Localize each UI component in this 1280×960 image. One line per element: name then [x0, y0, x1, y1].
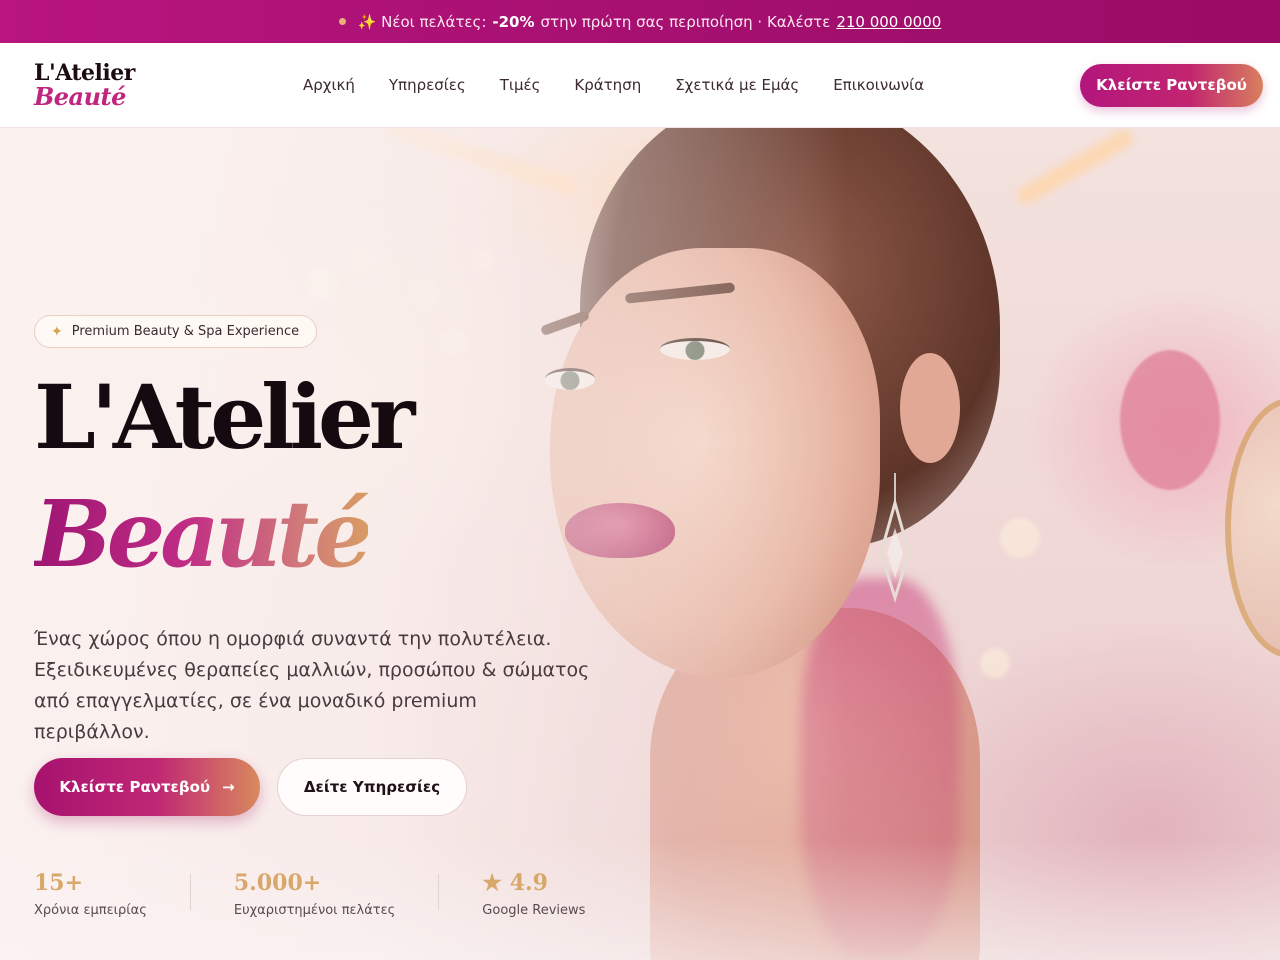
logo-line1: L'Atelier — [34, 59, 135, 86]
nav-item-services[interactable]: Υπηρεσίες — [389, 76, 466, 94]
nav-item-about[interactable]: Σχετικά με Εμάς — [675, 76, 799, 94]
stat-label: Google Reviews — [482, 903, 586, 918]
nav-item-contact[interactable]: Επικοινωνία — [833, 76, 924, 94]
sparkles-icon: ✦ — [51, 323, 63, 340]
stat-clients: 5.000+ Ευχαριστημένοι πελάτες — [234, 870, 395, 918]
hero-badge: ✦ Premium Beauty & Spa Experience — [34, 315, 318, 348]
arrow-right-icon: → — [222, 778, 235, 796]
stat-rating: ★ 4.9 Google Reviews — [482, 870, 585, 918]
stat-value: 15+ — [34, 870, 84, 896]
view-services-button[interactable]: Δείτε Υπηρεσίες — [277, 758, 467, 816]
hero-title-line1: L'Atelier — [34, 365, 415, 469]
stat-value-wrapper: ★ 4.9 — [482, 870, 585, 896]
book-appointment-button[interactable]: Κλείστε Ραντεβού → — [34, 758, 260, 816]
promo-phone-link[interactable]: 210 000 0000 — [836, 13, 941, 31]
promo-middle: στην πρώτη σας περιποίηση · Καλέστε — [540, 12, 831, 31]
stat-experience: 15+ Χρόνια εμπειρίας — [34, 870, 147, 918]
dot-icon — [338, 18, 346, 25]
promo-prefix: ✨ Νέοι πελάτες: — [357, 12, 487, 31]
stat-divider — [438, 874, 440, 910]
navbar: L'Atelier Beauté Αρχική Υπηρεσίες Τιμές … — [0, 43, 1280, 128]
hero-title-line2: Beauté — [34, 480, 373, 588]
nav-item-booking[interactable]: Κράτηση — [574, 76, 641, 94]
hero-description: Ένας χώρος όπου η ομορφιά συναντά την πο… — [34, 628, 590, 743]
book-appointment-label: Κλείστε Ραντεβού — [59, 778, 211, 796]
logo[interactable]: L'Atelier Beauté — [34, 62, 274, 109]
stat-divider — [189, 874, 191, 910]
stat-label: Χρόνια εμπειρίας — [34, 903, 147, 918]
nav-item-prices[interactable]: Τιμές — [500, 76, 541, 94]
stat-value: 4.9 — [509, 870, 548, 896]
nav-item-home[interactable]: Αρχική — [303, 76, 355, 94]
book-appointment-nav-button[interactable]: Κλείστε Ραντεβού — [1080, 63, 1263, 107]
hero-stats: 15+ Χρόνια εμπειρίας 5.000+ Ευχαριστημέν… — [34, 870, 585, 918]
logo-line2: Beauté — [34, 81, 126, 111]
promo-discount: -20% — [492, 12, 535, 31]
stat-label: Ευχαριστημένοι πελάτες — [233, 903, 396, 918]
star-icon: ★ — [482, 870, 503, 896]
main-menu: Αρχική Υπηρεσίες Τιμές Κράτηση Σχετικά μ… — [303, 76, 924, 94]
hero-badge-text: Premium Beauty & Spa Experience — [71, 324, 300, 339]
stat-value: 5.000+ — [233, 870, 322, 896]
hero-section: ✦ Premium Beauty & Spa Experience L'Atel… — [0, 128, 1280, 960]
promo-bar: ✨ Νέοι πελάτες: -20% στην πρώτη σας περι… — [0, 0, 1280, 43]
